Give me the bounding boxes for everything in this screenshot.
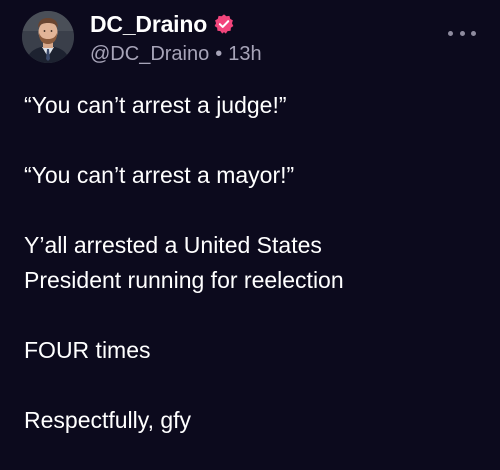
handle-row: @DC_Draino • 13h [90,40,262,68]
user-handle[interactable]: @DC_Draino [90,43,209,66]
timestamp[interactable]: 13h [228,43,261,66]
more-horizontal-icon-dot [448,30,453,36]
post-paragraph: “You can’t arrest a mayor!” [24,162,295,188]
post-paragraph: Y’all arrested a United States President… [24,232,344,293]
profile-photo-icon [22,11,74,63]
verified-badge-icon [214,14,234,34]
post-card: DC_Draino @DC_Draino • 13h “You can’t ar… [0,0,500,470]
post-text: “You can’t arrest a judge!” “You can’t a… [24,88,484,438]
separator-dot: • [215,42,223,65]
post-header: DC_Draino @DC_Draino • 13h [90,8,262,68]
more-horizontal-icon-dot [471,30,476,36]
post-paragraph: Respectfully, gfy [24,407,192,433]
post-paragraph: FOUR times [24,337,151,363]
post-paragraph: “You can’t arrest a judge!” [24,92,287,118]
more-options-button[interactable] [448,26,476,40]
display-name[interactable]: DC_Draino [90,11,207,38]
avatar[interactable] [22,11,74,63]
more-horizontal-icon-dot [459,30,465,36]
name-row: DC_Draino [90,8,262,40]
